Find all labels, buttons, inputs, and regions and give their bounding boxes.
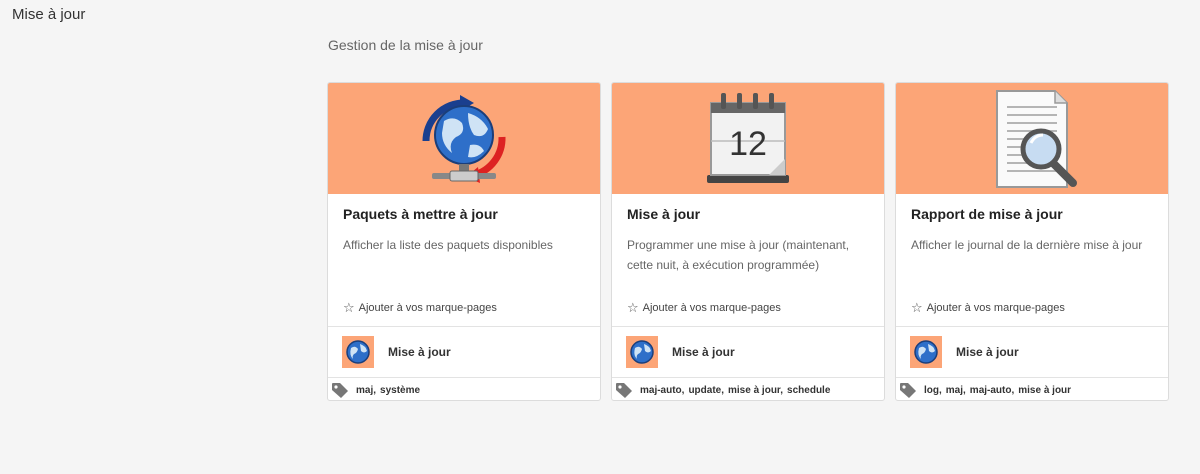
calendar-day: 12 [729, 125, 767, 163]
tag[interactable]: mise à jour, [728, 385, 783, 396]
app-link[interactable]: Mise à jour [910, 336, 1019, 368]
divider [328, 326, 600, 327]
tag[interactable]: mise à jour [1018, 385, 1071, 396]
card-update-packages[interactable]: Paquets à mettre à jour Afficher la list… [327, 82, 601, 401]
tag[interactable]: maj, [356, 385, 376, 396]
card-banner: 12 [612, 83, 884, 194]
tag-list: maj-auto, update, mise à jour, schedule [615, 380, 830, 400]
divider [896, 326, 1168, 327]
card-title[interactable]: Rapport de mise à jour [911, 206, 1063, 222]
calendar-icon: 12 [707, 92, 789, 183]
app-label: Mise à jour [388, 345, 451, 359]
app-globe-icon [626, 336, 658, 368]
app-label: Mise à jour [672, 345, 735, 359]
tag[interactable]: update, [688, 385, 724, 396]
bookmark-label: Ajouter à vos marque-pages [642, 301, 781, 314]
app-globe-icon [342, 336, 374, 368]
card-schedule-update[interactable]: 12 Mise à jour Programmer une mise à jou… [611, 82, 885, 401]
star-icon: ☆ [627, 300, 639, 315]
bookmark-button[interactable]: ☆ Ajouter à vos marque-pages [627, 301, 781, 314]
app-link[interactable]: Mise à jour [626, 336, 735, 368]
tag-icon [900, 383, 916, 398]
card-description: Programmer une mise à jour (maintenant, … [627, 238, 850, 272]
tag[interactable]: schedule [787, 385, 830, 396]
divider [612, 377, 884, 378]
card-description: Afficher le journal de la dernière mise … [911, 238, 1143, 252]
card-update-report[interactable]: Rapport de mise à jour Afficher le journ… [895, 82, 1169, 401]
divider [328, 377, 600, 378]
bookmark-label: Ajouter à vos marque-pages [358, 301, 497, 314]
app-globe-icon [910, 336, 942, 368]
document-search-icon [996, 89, 1077, 188]
tag[interactable]: maj, [946, 385, 966, 396]
card-title[interactable]: Mise à jour [627, 206, 700, 222]
tag-list: log, maj, maj-auto, mise à jour [899, 380, 1071, 400]
card-description: Afficher la liste des paquets disponible… [343, 238, 553, 252]
bookmark-label: Ajouter à vos marque-pages [926, 301, 1065, 314]
card-banner [328, 83, 600, 194]
bookmark-button[interactable]: ☆ Ajouter à vos marque-pages [911, 301, 1065, 314]
card-banner [896, 83, 1168, 194]
tag-icon [332, 383, 348, 398]
tag[interactable]: log, [924, 385, 942, 396]
divider [896, 377, 1168, 378]
page-title: Mise à jour [12, 6, 86, 23]
app-link[interactable]: Mise à jour [342, 336, 451, 368]
app-label: Mise à jour [956, 345, 1019, 359]
tag[interactable]: système [380, 385, 420, 396]
star-icon: ☆ [911, 300, 923, 315]
card-title[interactable]: Paquets à mettre à jour [343, 206, 498, 222]
bookmark-button[interactable]: ☆ Ajouter à vos marque-pages [343, 301, 497, 314]
divider [612, 326, 884, 327]
tag-list: maj, système [331, 380, 420, 400]
globe-update-icon [422, 94, 506, 183]
card-grid: Paquets à mettre à jour Afficher la list… [327, 82, 1169, 401]
tag[interactable]: maj-auto, [640, 385, 684, 396]
section-title: Gestion de la mise à jour [328, 37, 483, 53]
star-icon: ☆ [343, 300, 355, 315]
tag[interactable]: maj-auto, [970, 385, 1014, 396]
tag-icon [616, 383, 632, 398]
